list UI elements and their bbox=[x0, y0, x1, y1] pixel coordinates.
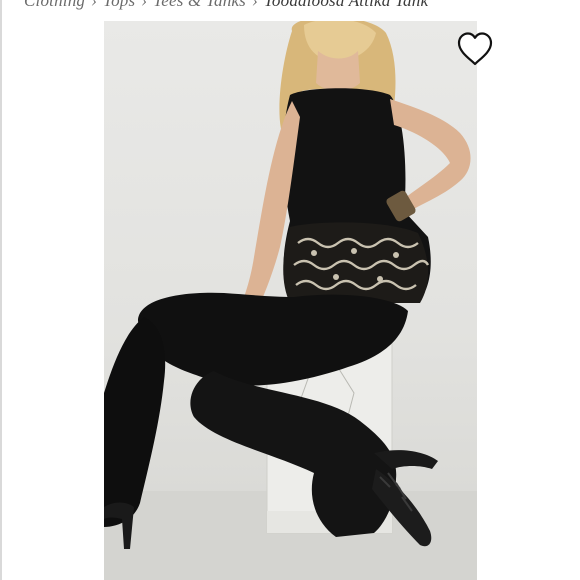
breadcrumb-tees-tanks[interactable]: Tees & Tanks bbox=[153, 0, 246, 10]
heart-outline-icon bbox=[457, 32, 493, 66]
listing-page: Clothing › Tops › Tees & Tanks › Toodaloosa At… bbox=[0, 0, 580, 580]
breadcrumb-separator: › bbox=[91, 0, 97, 10]
breadcrumb-separator: › bbox=[251, 0, 258, 10]
breadcrumb: Clothing › Tops › Tees & Tanks › Toodaloosa At… bbox=[24, 0, 428, 11]
breadcrumb-tops[interactable]: Tops bbox=[103, 0, 135, 10]
favorite-button[interactable] bbox=[456, 31, 494, 67]
product-photo-illustration bbox=[104, 21, 477, 580]
product-photo[interactable] bbox=[104, 21, 477, 580]
breadcrumb-separator: › bbox=[141, 0, 148, 10]
breadcrumb-current-item: Toodaloosa Attika Tank bbox=[263, 0, 429, 10]
left-divider bbox=[0, 0, 2, 580]
breadcrumb-clothing[interactable]: Clothing bbox=[24, 0, 85, 10]
